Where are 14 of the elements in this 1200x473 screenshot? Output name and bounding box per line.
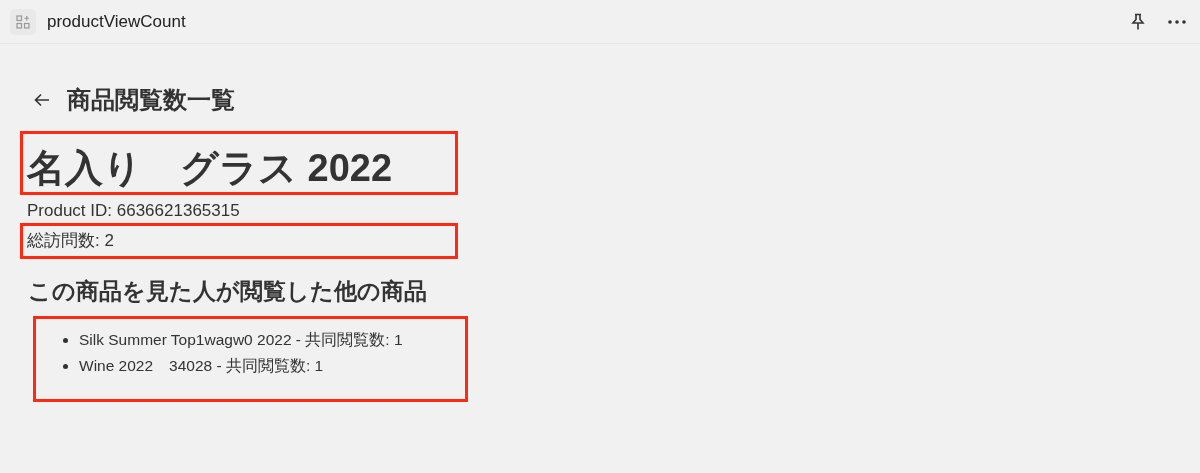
visit-count: 総訪問数: 2	[27, 230, 114, 253]
page-heading: 商品閲覧数一覧	[67, 85, 235, 115]
product-id: Product ID: 6636621365315	[26, 200, 241, 222]
related-product-item[interactable]: Wine 2022 34028 - 共同閲覧数: 1	[79, 354, 324, 378]
more-icon[interactable]	[1168, 19, 1186, 24]
bullet-icon	[63, 363, 68, 369]
pin-icon[interactable]	[1130, 12, 1146, 31]
window-title: productViewCount	[47, 10, 186, 33]
section-heading: この商品を見た人が閲覧した他の商品	[27, 277, 428, 306]
product-name: 名入り グラス 2022	[27, 146, 393, 191]
bullet-icon	[63, 337, 68, 343]
related-product-item[interactable]: Silk Summer Top1wagw0 2022 - 共同閲覧数: 1	[79, 328, 403, 352]
app-icon	[10, 8, 36, 35]
back-arrow-icon[interactable]	[34, 93, 50, 107]
